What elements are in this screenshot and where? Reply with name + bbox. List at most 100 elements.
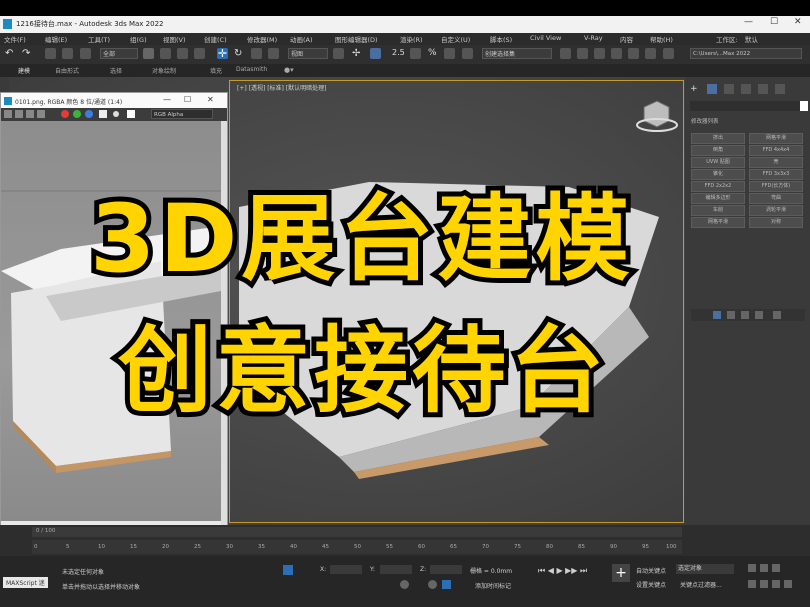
viewport-label[interactable]: [+] [透视] [标准] [默认明暗处理] <box>237 83 326 92</box>
menu-rendering[interactable]: 渲染(R) <box>400 34 423 44</box>
link-icon[interactable] <box>45 48 56 59</box>
mirror-icon[interactable] <box>560 48 571 59</box>
modifier-list-title[interactable]: 修改器列表 <box>691 117 719 125</box>
modifier-button[interactable]: 锥化 <box>691 169 745 180</box>
render-setup-icon[interactable] <box>663 48 674 59</box>
alpha-channel-icon[interactable] <box>99 110 107 118</box>
menu-group[interactable]: 组(G) <box>130 34 147 44</box>
menu-modifiers[interactable]: 修改器(M) <box>247 34 277 44</box>
modifier-button[interactable]: 编辑多边形 <box>691 193 745 204</box>
selection-lock-icon[interactable] <box>442 580 451 589</box>
spinner-snap-icon[interactable] <box>444 48 455 59</box>
ribbon-tab-object-paint[interactable]: 对象绘制 <box>152 66 176 75</box>
select-object-icon[interactable] <box>143 48 154 59</box>
x-coordinate-field[interactable] <box>330 565 362 574</box>
adaptive-degradation-icon[interactable] <box>400 580 409 589</box>
modifier-button[interactable]: 车削 <box>691 205 745 216</box>
hierarchy-tab-icon[interactable] <box>724 84 734 94</box>
modifier-button[interactable]: FFD 4x4x4 <box>749 145 803 156</box>
key-mode-dropdown[interactable]: 选定对象 <box>676 564 734 574</box>
object-color-swatch[interactable] <box>800 101 808 111</box>
copy-image-icon[interactable] <box>15 110 23 118</box>
ribbon-tab-populate[interactable]: 填充 <box>210 66 222 75</box>
reference-coordinate-dropdown[interactable]: 视图 <box>288 48 328 59</box>
frame-minimize-button[interactable]: — <box>163 95 171 104</box>
modifier-button[interactable]: 壳 <box>749 157 803 168</box>
zoom-all-icon[interactable] <box>760 564 768 572</box>
object-name-field[interactable] <box>690 101 800 111</box>
select-by-name-icon[interactable] <box>160 48 171 59</box>
zoom-extents-icon[interactable] <box>772 564 780 572</box>
set-key-button[interactable]: 设置关键点 <box>636 580 666 589</box>
align-icon[interactable] <box>577 48 588 59</box>
modifier-button[interactable]: 网格平滑 <box>691 217 745 228</box>
track-bar[interactable]: 0 5 10 15 20 25 30 35 40 45 50 55 60 65 … <box>32 540 682 554</box>
maxscript-listener[interactable]: MAXScript 迷 <box>3 577 48 588</box>
frame-maximize-button[interactable]: ☐ <box>184 95 191 104</box>
menu-vray[interactable]: V-Ray <box>584 34 603 42</box>
rotate-icon[interactable]: ↻ <box>234 48 245 59</box>
key-filters-button[interactable]: 关键点过滤器... <box>680 580 722 589</box>
unlink-icon[interactable] <box>62 48 73 59</box>
percent-snap-icon[interactable]: % <box>428 48 439 59</box>
modifier-button[interactable]: 弯曲 <box>749 193 803 204</box>
scale-icon[interactable] <box>251 48 262 59</box>
snaps-toggle-icon[interactable]: 2.5 <box>392 48 405 59</box>
time-slider[interactable]: 0 / 100 <box>32 527 682 537</box>
move-icon[interactable]: ✛ <box>217 48 228 59</box>
bind-space-warp-icon[interactable] <box>80 48 91 59</box>
save-image-icon[interactable] <box>4 110 12 118</box>
maximize-button[interactable]: ☐ <box>770 17 778 27</box>
rectangular-selection-icon[interactable] <box>177 48 188 59</box>
menu-graph-editors[interactable]: 图形编辑器(D) <box>335 34 378 44</box>
project-path-field[interactable]: C:\Users\...Max 2022 <box>690 48 802 59</box>
workspace-dropdown[interactable]: 默认 <box>745 34 758 44</box>
z-coordinate-field[interactable] <box>430 565 462 574</box>
red-channel-icon[interactable] <box>61 110 69 118</box>
zoom-icon[interactable] <box>748 564 756 572</box>
named-selection-set-dropdown[interactable]: 创建选择集 <box>482 48 552 59</box>
modify-tab-icon[interactable] <box>707 84 717 94</box>
ribbon-tab-modeling[interactable]: 建模 <box>18 66 30 75</box>
remove-modifier-icon[interactable] <box>755 311 763 319</box>
motion-tab-icon[interactable] <box>741 84 751 94</box>
modifier-button[interactable]: 涡轮平滑 <box>749 205 803 216</box>
modifier-button[interactable]: FFD 3x3x3 <box>749 169 803 180</box>
frame-window-titlebar[interactable]: 0101.png, RGBA 颜色 8 位/通道 (1:4) — ☐ ✕ <box>1 93 227 108</box>
menu-content[interactable]: 内容 <box>620 34 633 44</box>
modifier-button[interactable]: 挤出 <box>691 133 745 144</box>
configure-modifier-sets-icon[interactable] <box>773 311 781 319</box>
minimize-button[interactable]: — <box>744 17 753 27</box>
modifier-button[interactable]: 对称 <box>749 217 803 228</box>
modifier-button[interactable]: 倒角 <box>691 145 745 156</box>
keyboard-shortcut-override-icon[interactable] <box>370 48 381 59</box>
channel-display-dropdown[interactable]: RGB Alpha <box>151 109 213 119</box>
menu-scripting[interactable]: 脚本(S) <box>490 34 512 44</box>
clone-frame-icon[interactable] <box>26 110 34 118</box>
pivot-center-icon[interactable] <box>333 48 344 59</box>
menu-views[interactable]: 视图(V) <box>163 34 186 44</box>
ribbon-tab-datasmith[interactable]: Datasmith <box>236 66 267 73</box>
menu-help[interactable]: 帮助(H) <box>650 34 673 44</box>
modifier-button[interactable]: FFD(长方体) <box>749 181 803 192</box>
pin-stack-icon[interactable] <box>713 311 721 319</box>
display-tab-icon[interactable] <box>758 84 768 94</box>
clear-icon[interactable] <box>127 110 135 118</box>
y-coordinate-field[interactable] <box>380 565 412 574</box>
menu-file[interactable]: 文件(F) <box>4 34 26 44</box>
layer-explorer-icon[interactable] <box>594 48 605 59</box>
add-time-tag[interactable]: 添加时间标记 <box>475 581 511 590</box>
menu-civil-view[interactable]: Civil View <box>530 34 561 42</box>
time-tag-icon[interactable] <box>428 580 437 589</box>
set-key-icon[interactable]: + <box>612 564 630 582</box>
frame-close-button[interactable]: ✕ <box>207 95 214 104</box>
pan-view-icon[interactable] <box>760 580 768 588</box>
blue-channel-icon[interactable] <box>85 110 93 118</box>
select-manipulate-icon[interactable]: ✢ <box>352 48 363 59</box>
curve-editor-icon[interactable] <box>628 48 639 59</box>
monochrome-icon[interactable] <box>113 111 119 117</box>
playback-controls[interactable]: ⏮ ◀ ▶ ▶▶ ⏭ <box>538 566 587 576</box>
redo-icon[interactable]: ↷ <box>22 48 33 59</box>
material-editor-icon[interactable] <box>645 48 656 59</box>
window-crossing-icon[interactable] <box>194 48 205 59</box>
